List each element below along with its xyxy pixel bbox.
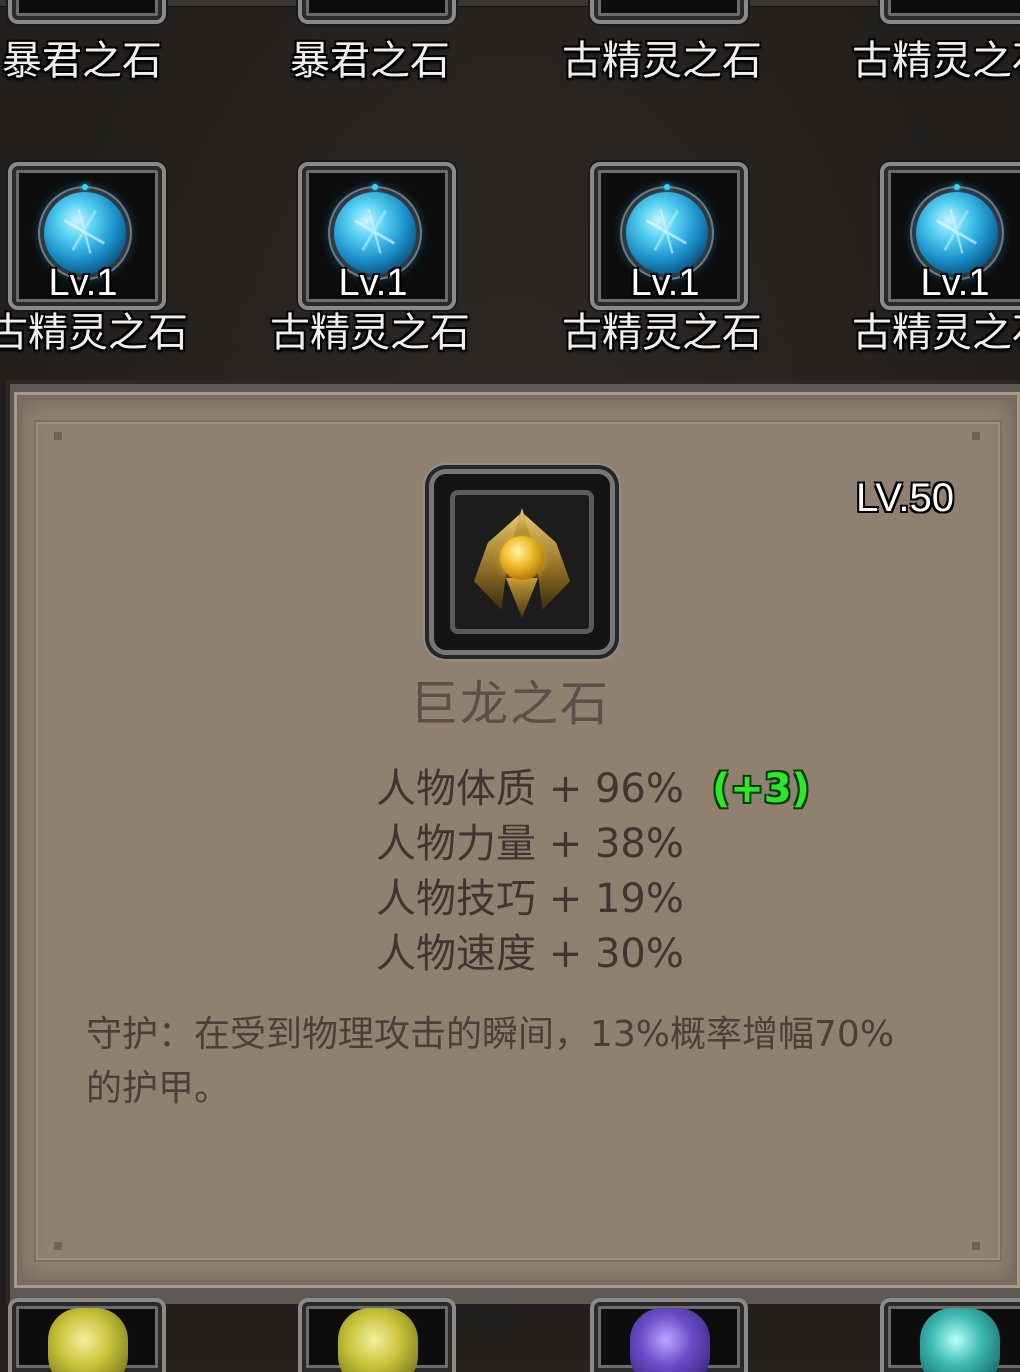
slot-item-name: 古精灵之石 bbox=[852, 310, 1020, 356]
inventory-slot-top-2[interactable]: 暴君之石 bbox=[290, 0, 456, 150]
sparkle-icon bbox=[664, 184, 670, 190]
slot-item-name: 古精灵之石 bbox=[562, 310, 762, 356]
inventory-slot-bottom-1[interactable] bbox=[8, 1298, 166, 1372]
inventory-slot-mid-1[interactable]: Lv.1 古精灵之石 bbox=[0, 162, 188, 356]
inventory-slot-top-4[interactable]: 古精灵之石 bbox=[852, 0, 1020, 150]
item-name: 巨龙之石 bbox=[409, 676, 610, 732]
slot-item-name: 古精灵之石 bbox=[0, 310, 188, 356]
sparkle-icon bbox=[372, 184, 378, 190]
corner-ornament bbox=[54, 1242, 62, 1250]
inventory-slot-bottom-4[interactable] bbox=[880, 1298, 1020, 1372]
slot-item-name: 古精灵之石 bbox=[852, 38, 1020, 84]
slot-frame bbox=[8, 0, 166, 24]
item-stats: 人物体质 + 96% 人物力量 + 38% 人物技巧 + 19% 人物速度 + … bbox=[376, 762, 684, 982]
inventory-slot-top-3[interactable]: 古精灵之石 bbox=[562, 0, 762, 150]
inventory-slot-mid-4[interactable]: Lv.1 古精灵之石 bbox=[852, 162, 1020, 356]
slot-frame bbox=[880, 0, 1020, 24]
stat-strength: 人物力量 + 38% bbox=[376, 821, 684, 867]
slot-level: Lv.1 bbox=[630, 262, 700, 304]
slot-level: Lv.1 bbox=[338, 262, 408, 304]
inventory-slot-top-1[interactable]: 暴君之石 bbox=[2, 0, 166, 150]
slot-level: Lv.1 bbox=[920, 262, 990, 304]
inventory-slot-mid-2[interactable]: Lv.1 古精灵之石 bbox=[270, 162, 470, 356]
dragon-tail bbox=[506, 578, 538, 618]
slot-item-name: 暴君之石 bbox=[2, 38, 162, 84]
inventory-slot-bottom-2[interactable] bbox=[298, 1298, 456, 1372]
slot-frame bbox=[298, 0, 456, 24]
stat-bonus: (+3) bbox=[712, 766, 810, 812]
yellow-gem-icon bbox=[48, 1308, 128, 1372]
stat-skill: 人物技巧 + 19% bbox=[376, 876, 684, 922]
sparkle-icon bbox=[82, 184, 88, 190]
dragon-stone-icon bbox=[434, 474, 610, 650]
corner-ornament bbox=[54, 432, 62, 440]
slot-level: Lv.1 bbox=[48, 262, 118, 304]
slot-item-name: 古精灵之石 bbox=[562, 38, 762, 84]
slot-item-name: 古精灵之石 bbox=[270, 310, 470, 356]
teal-gem-icon bbox=[920, 1308, 1000, 1372]
stat-constitution: 人物体质 + 96% bbox=[376, 766, 684, 812]
stat-speed: 人物速度 + 30% bbox=[376, 931, 684, 977]
corner-ornament bbox=[972, 432, 980, 440]
inventory-slot-mid-3[interactable]: Lv.1 古精灵之石 bbox=[562, 162, 762, 356]
item-level: LV.50 bbox=[856, 476, 954, 520]
corner-ornament bbox=[972, 1242, 980, 1250]
slot-frame bbox=[590, 0, 748, 24]
purple-gem-icon bbox=[630, 1308, 710, 1372]
yellow-gem-icon bbox=[338, 1308, 418, 1372]
icon-inner-frame bbox=[450, 490, 594, 634]
slot-item-name: 暴君之石 bbox=[290, 38, 450, 84]
golden-orb bbox=[500, 536, 544, 580]
inventory-slot-bottom-3[interactable] bbox=[590, 1298, 748, 1372]
sparkle-icon bbox=[954, 184, 960, 190]
item-effect-description: 守护：在受到物理攻击的瞬间，13%概率增幅70%的护甲。 bbox=[86, 1014, 895, 1109]
